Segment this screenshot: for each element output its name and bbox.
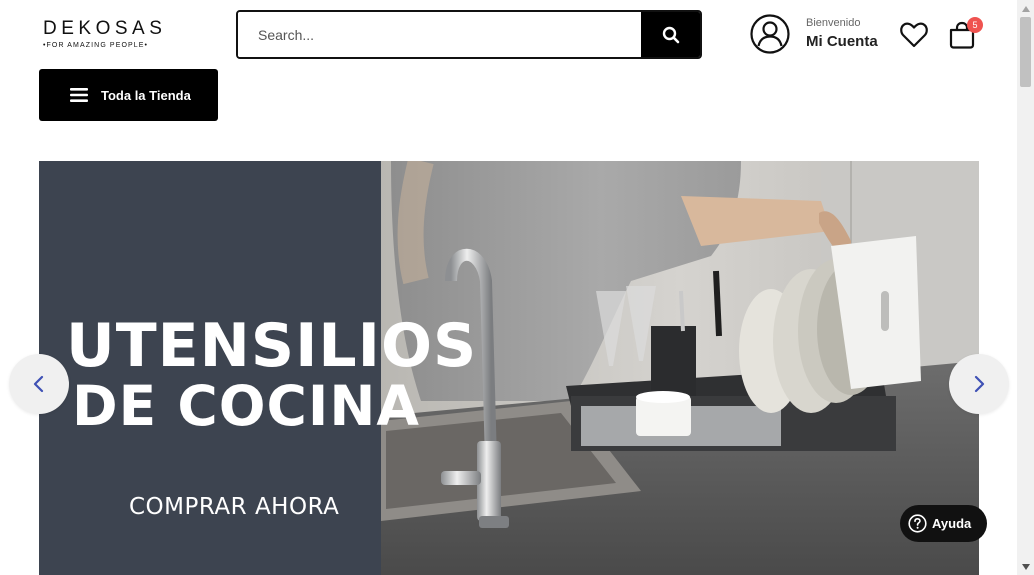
banner-title-line2: DE COCINA	[72, 374, 420, 438]
scroll-up-arrow[interactable]	[1017, 0, 1034, 17]
account-title: Mi Cuenta	[806, 33, 878, 50]
search-bar	[236, 10, 702, 59]
banner-title: UTENSILIOS DE COCINA	[66, 316, 477, 436]
help-label: Ayuda	[932, 516, 972, 531]
triangle-down-icon	[1021, 563, 1030, 570]
triangle-up-icon	[1021, 5, 1030, 12]
question-circle-icon	[908, 514, 927, 533]
account-text: Bienvenido Mi Cuenta	[806, 17, 878, 51]
all-store-label: Toda la Tienda	[101, 87, 191, 103]
page: DEKOSAS •FOR AMAZING PEOPLE• Bienvenido …	[0, 0, 1034, 575]
page-scrollbar[interactable]	[1017, 0, 1034, 575]
banner-title-line1: UTENSILIOS	[66, 311, 478, 381]
logo[interactable]: DEKOSAS •FOR AMAZING PEOPLE•	[43, 18, 167, 50]
help-button[interactable]: Ayuda	[900, 505, 987, 542]
shop-now-link[interactable]: COMPRAR AHORA	[129, 494, 339, 520]
carousel-next-button[interactable]	[949, 354, 1009, 414]
account-link[interactable]: Bienvenido Mi Cuenta	[750, 14, 878, 54]
user-icon	[750, 14, 790, 54]
search-icon	[662, 26, 679, 43]
menu-icon	[70, 88, 88, 102]
account-greeting: Bienvenido	[806, 17, 861, 29]
cart-count-badge: 5	[967, 17, 983, 33]
hero-banner[interactable]: UTENSILIOS DE COCINA COMPRAR AHORA	[39, 161, 979, 575]
chevron-left-icon	[33, 375, 44, 393]
heart-icon[interactable]	[899, 21, 929, 49]
search-button[interactable]	[641, 12, 700, 57]
logo-tagline: •FOR AMAZING PEOPLE•	[43, 42, 149, 49]
carousel-prev-button[interactable]	[9, 354, 69, 414]
search-input[interactable]	[238, 12, 641, 57]
logo-text: DEKOSAS	[43, 18, 167, 39]
scroll-down-arrow[interactable]	[1017, 558, 1034, 575]
all-store-button[interactable]: Toda la Tienda	[39, 69, 218, 121]
chevron-right-icon	[974, 375, 985, 393]
scroll-thumb[interactable]	[1020, 17, 1031, 87]
